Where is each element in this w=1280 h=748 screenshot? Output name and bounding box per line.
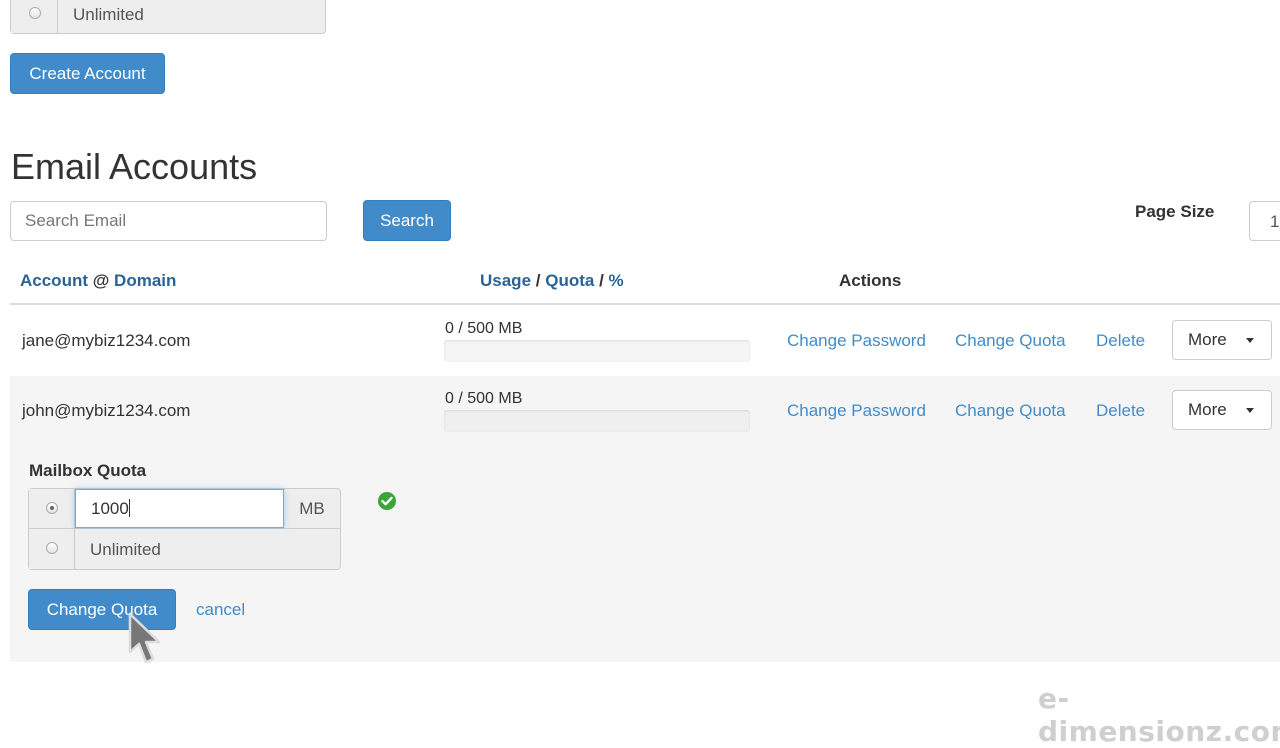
sort-usage-link[interactable]: Usage — [480, 271, 531, 290]
watermark: e-dimensionz.com — [1038, 682, 1280, 748]
unlimited-option-group: Unlimited — [10, 0, 326, 34]
change-password-link[interactable]: Change Password — [787, 401, 926, 421]
caret-down-icon — [1245, 407, 1254, 413]
mouse-cursor-icon — [126, 612, 168, 673]
quota-input[interactable]: 1000 — [75, 489, 284, 528]
unlimited-label: Unlimited — [73, 5, 144, 24]
usage-quota-header: Usage / Quota / % — [480, 271, 624, 290]
change-password-link[interactable]: Change Password — [787, 331, 926, 351]
sort-domain-link[interactable]: Domain — [114, 271, 176, 290]
usage-progress-bar — [444, 410, 750, 432]
unlimited-radio[interactable] — [29, 7, 41, 19]
usage-progress-bar — [444, 340, 750, 362]
delete-link[interactable]: Delete — [1096, 401, 1145, 421]
search-button[interactable]: Search — [363, 200, 451, 241]
usage-text: 0 / 500 MB — [445, 390, 523, 407]
change-quota-link[interactable]: Change Quota — [955, 331, 1066, 351]
create-account-button[interactable]: Create Account — [10, 53, 165, 94]
page-size-label: Page Size — [1135, 202, 1215, 221]
cancel-link[interactable]: cancel — [196, 600, 245, 620]
valid-check-icon — [378, 492, 396, 510]
caret-down-icon — [1245, 337, 1254, 343]
sort-percent-link[interactable]: % — [609, 271, 624, 290]
more-dropdown-button[interactable]: More — [1172, 320, 1272, 360]
page-title: Email Accounts — [11, 146, 258, 187]
quota-size-group: 1000 MB — [28, 488, 341, 529]
mailbox-quota-label: Mailbox Quota — [29, 461, 147, 480]
page-size-select[interactable]: 10 — [1249, 201, 1280, 241]
sort-account-link[interactable]: Account — [20, 271, 88, 290]
change-quota-link[interactable]: Change Quota — [955, 401, 1066, 421]
account-email: jane@mybiz1234.com — [22, 331, 191, 350]
sort-quota-link[interactable]: Quota — [545, 271, 594, 290]
actions-header: Actions — [839, 271, 902, 290]
delete-link[interactable]: Delete — [1096, 331, 1145, 351]
quota-size-radio[interactable] — [46, 502, 58, 514]
quota-unlimited-label: Unlimited — [90, 540, 161, 559]
usage-text: 0 / 500 MB — [445, 320, 523, 337]
more-dropdown-button[interactable]: More — [1172, 390, 1272, 430]
account-domain-header: Account @ Domain — [20, 271, 177, 290]
quota-unlimited-group: Unlimited — [28, 529, 341, 570]
quota-unlimited-radio[interactable] — [46, 542, 58, 554]
search-email-input[interactable]: Search Email — [10, 201, 327, 241]
account-email: john@mybiz1234.com — [22, 401, 191, 420]
quota-unit-label: MB — [299, 498, 325, 518]
